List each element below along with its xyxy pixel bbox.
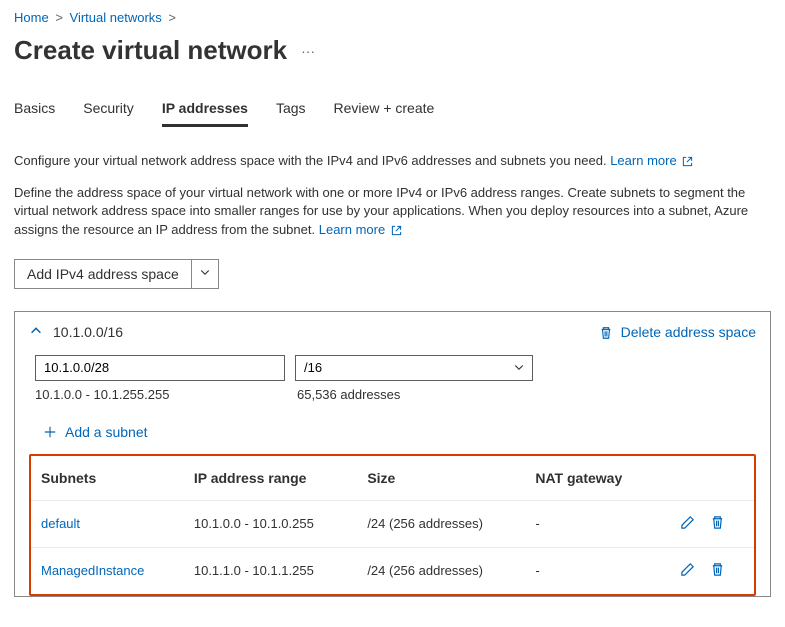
address-space-card: 10.1.0.0/16 Delete address space 10.1.0.… (14, 311, 771, 597)
external-link-icon (682, 156, 693, 167)
address-space-cidr: 10.1.0.0/16 (53, 324, 123, 340)
col-nat-gateway: NAT gateway (525, 456, 657, 501)
tab-review-create[interactable]: Review + create (334, 96, 435, 127)
tab-ip-addresses[interactable]: IP addresses (162, 96, 248, 127)
subnets-table: Subnets IP address range Size NAT gatewa… (31, 456, 754, 594)
subnets-table-highlight: Subnets IP address range Size NAT gatewa… (29, 454, 756, 596)
col-ip-range: IP address range (184, 456, 357, 501)
learn-more-link[interactable]: Learn more (610, 153, 693, 168)
add-subnet-button[interactable]: Add a subnet (43, 424, 756, 440)
edit-icon[interactable] (680, 515, 695, 530)
subnet-nat: - (525, 500, 657, 547)
chevron-down-icon[interactable] (192, 260, 218, 288)
table-row: default 10.1.0.0 - 10.1.0.255 /24 (256 a… (31, 500, 754, 547)
edit-icon[interactable] (680, 562, 695, 577)
page-title: Create virtual network (14, 35, 287, 66)
address-range-hint: 10.1.0.0 - 10.1.255.255 (35, 387, 285, 402)
tab-bar: Basics Security IP addresses Tags Review… (14, 96, 771, 127)
collapse-toggle[interactable] (29, 324, 43, 341)
intro-text-2: Define the address space of your virtual… (14, 184, 769, 239)
delete-address-space-button[interactable]: Delete address space (599, 324, 756, 340)
tab-tags[interactable]: Tags (276, 96, 306, 127)
col-size: Size (357, 456, 525, 501)
table-row: ManagedInstance 10.1.1.0 - 10.1.1.255 /2… (31, 547, 754, 594)
col-subnets: Subnets (31, 456, 184, 501)
delete-icon[interactable] (710, 562, 725, 577)
more-actions-button[interactable]: ··· (301, 43, 315, 59)
delete-icon[interactable] (710, 515, 725, 530)
add-ipv4-address-space-button[interactable]: Add IPv4 address space (14, 259, 219, 289)
tab-basics[interactable]: Basics (14, 96, 55, 127)
delete-icon (599, 326, 613, 340)
breadcrumb-virtual-networks[interactable]: Virtual networks (70, 10, 162, 25)
breadcrumb: Home > Virtual networks > (14, 6, 771, 33)
subnet-link[interactable]: ManagedInstance (41, 563, 144, 578)
breadcrumb-home[interactable]: Home (14, 10, 49, 25)
tab-security[interactable]: Security (83, 96, 134, 127)
plus-icon (43, 425, 57, 439)
subnet-nat: - (525, 547, 657, 594)
learn-more-link[interactable]: Learn more (319, 222, 402, 237)
address-prefix-input[interactable] (35, 355, 285, 381)
subnet-range: 10.1.1.0 - 10.1.1.255 (184, 547, 357, 594)
address-count-hint: 65,536 addresses (297, 387, 533, 402)
subnet-size: /24 (256 addresses) (357, 547, 525, 594)
subnet-mask-select[interactable] (295, 355, 533, 381)
subnet-range: 10.1.0.0 - 10.1.0.255 (184, 500, 357, 547)
external-link-icon (391, 225, 402, 236)
chevron-right-icon: > (52, 10, 66, 25)
intro-text-1: Configure your virtual network address s… (14, 152, 769, 170)
subnet-link[interactable]: default (41, 516, 80, 531)
chevron-up-icon (29, 324, 43, 338)
chevron-right-icon: > (165, 10, 179, 25)
subnet-size: /24 (256 addresses) (357, 500, 525, 547)
